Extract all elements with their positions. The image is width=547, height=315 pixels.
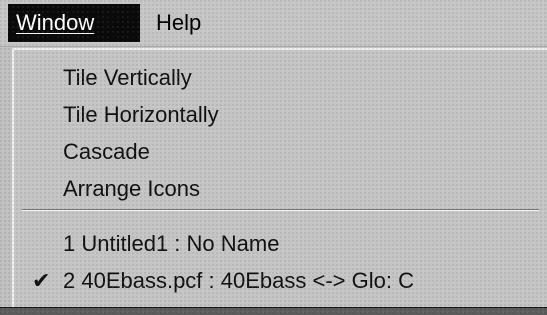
help-menu-label: Help (156, 10, 202, 35)
menu-item-label: Arrange Icons (63, 176, 200, 201)
menu-bar: Window Help (0, 0, 547, 47)
menu-item-label: Tile Vertically (63, 65, 192, 90)
menu-item-window-2[interactable]: ✔ 2 40Ebass.pcf : 40Ebass <-> Glo: C (14, 263, 547, 299)
menu-item-arrange-icons[interactable]: Arrange Icons (14, 171, 547, 207)
menu-item-cascade[interactable]: Cascade (14, 134, 547, 170)
help-menu[interactable]: Help (151, 4, 209, 42)
checkmark-icon: ✔ (32, 268, 51, 293)
menu-item-tile-vertically[interactable]: Tile Vertically (14, 60, 547, 96)
menu-item-label: Cascade (63, 139, 150, 164)
window-menu-label: Window (16, 10, 95, 35)
window-bottom-edge (0, 307, 547, 315)
menu-item-tile-horizontally[interactable]: Tile Horizontally (14, 97, 547, 133)
window-menu-dropdown: Tile Vertically Tile Horizontally Cascad… (12, 48, 547, 315)
menu-item-label: 1 Untitled1 : No Name (63, 231, 280, 256)
menu-item-window-1[interactable]: 1 Untitled1 : No Name (14, 226, 547, 262)
screen: Window Help Tile Vertically Tile Horizon… (0, 0, 547, 315)
window-menu[interactable]: Window (8, 4, 140, 42)
menu-item-label: 2 40Ebass.pcf : 40Ebass <-> Glo: C (63, 268, 414, 293)
menu-item-label: Tile Horizontally (63, 102, 219, 127)
menu-separator (22, 209, 539, 211)
